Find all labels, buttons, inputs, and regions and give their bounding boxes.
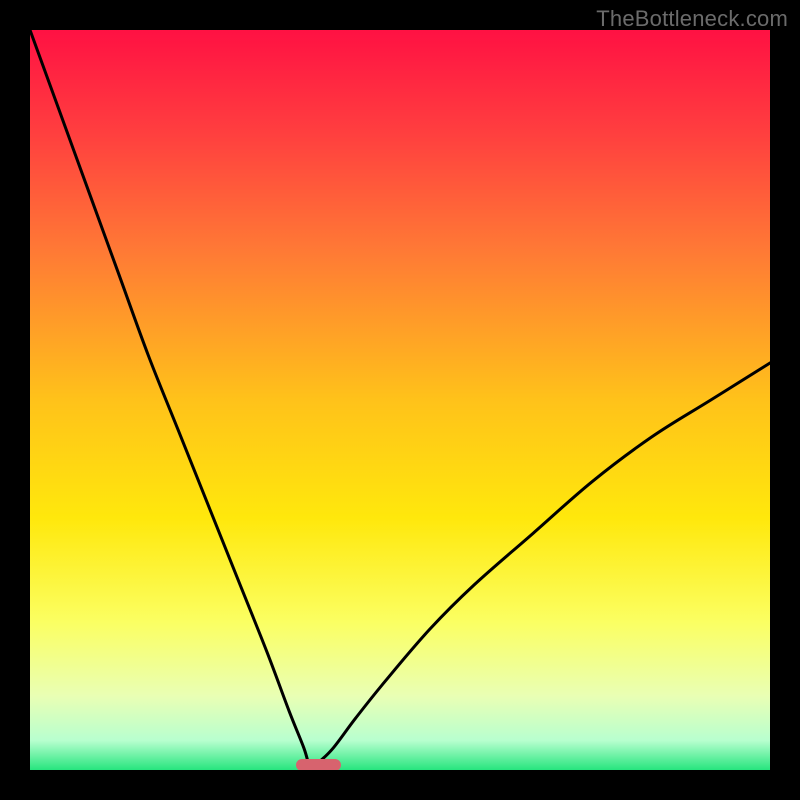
plot-area: [30, 30, 770, 770]
bottleneck-curve: [30, 30, 770, 770]
watermark-text: TheBottleneck.com: [596, 6, 788, 32]
chart-frame: TheBottleneck.com: [0, 0, 800, 800]
minimum-marker: [296, 759, 340, 770]
